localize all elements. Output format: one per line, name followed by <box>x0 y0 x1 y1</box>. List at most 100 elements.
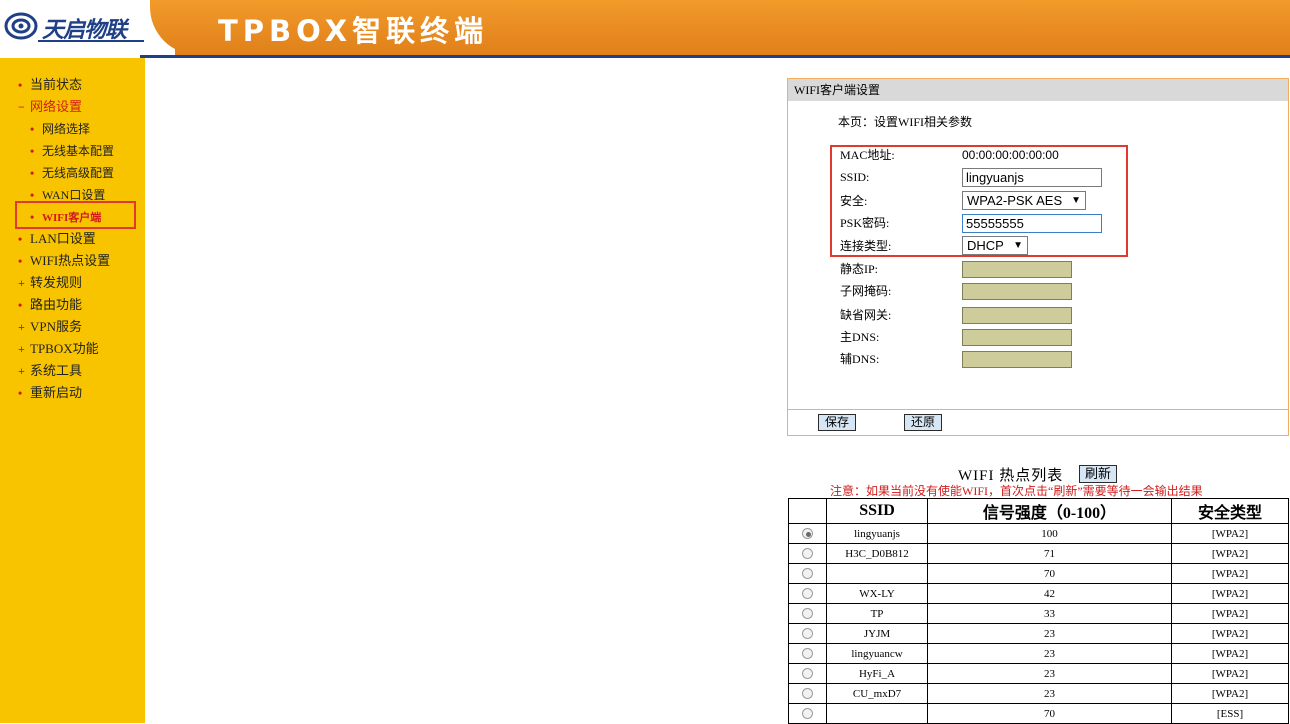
psk-input[interactable]: 55555555 <box>962 214 1102 233</box>
select-radio[interactable] <box>802 548 813 560</box>
security-cell: [WPA2] <box>1171 583 1289 604</box>
connection-type-select[interactable]: DHCP ▼ <box>962 236 1028 255</box>
subnet-mask-input <box>962 283 1072 300</box>
security-cell: [WPA2] <box>1171 683 1289 704</box>
sidebar-item-wifi-hotspot[interactable]: • WIFI热点设置 <box>18 252 110 270</box>
sidebar-item-network-select[interactable]: • 网络选择 <box>30 120 90 138</box>
sidebar-item-status[interactable]: • 当前状态 <box>18 76 82 94</box>
ssid-cell <box>826 563 928 584</box>
table-row[interactable]: 70 [WPA2] <box>788 563 1289 584</box>
security-select[interactable]: WPA2-PSK AES ▼ <box>962 191 1086 210</box>
radio-cell <box>788 603 827 624</box>
table-row[interactable]: H3C_D0B812 71 [WPA2] <box>788 543 1289 564</box>
select-radio[interactable] <box>802 588 813 600</box>
panel-description: 本页：设置WIFI相关参数 <box>838 115 972 129</box>
table-row[interactable]: TP 33 [WPA2] <box>788 603 1289 624</box>
select-radio[interactable] <box>802 528 813 540</box>
table-header-row: SSID 信号强度（0-100） 安全类型 <box>788 498 1289 524</box>
ssid-cell: H3C_D0B812 <box>826 543 928 564</box>
signal-cell: 33 <box>927 603 1172 624</box>
bullet-icon: • <box>30 166 35 180</box>
table-row[interactable]: JYJM 23 [WPA2] <box>788 623 1289 644</box>
brand-logo: 天启物联 <box>0 0 150 55</box>
save-button[interactable]: 保存 <box>818 414 856 431</box>
restore-button[interactable]: 还原 <box>904 414 942 431</box>
ssid-cell: TP <box>826 603 928 624</box>
column-header-select <box>788 498 827 524</box>
signal-cell: 100 <box>927 523 1172 544</box>
select-radio[interactable] <box>802 628 813 640</box>
select-radio[interactable] <box>802 568 813 580</box>
dropdown-arrow-icon: ▼ <box>1071 195 1081 206</box>
bullet-icon: • <box>18 386 23 400</box>
security-cell: [ESS] <box>1171 703 1289 724</box>
static-ip-label: 静态IP: <box>840 262 879 276</box>
signal-cell: 23 <box>927 623 1172 644</box>
radio-cell <box>788 703 827 724</box>
security-cell: [WPA2] <box>1171 623 1289 644</box>
sidebar-item-tpbox[interactable]: + TPBOX功能 <box>18 340 99 358</box>
select-radio[interactable] <box>802 708 813 720</box>
signal-cell: 42 <box>927 583 1172 604</box>
mac-value: 00:00:00:00:00:00 <box>962 148 1059 162</box>
ssid-input[interactable]: lingyuanjs <box>962 168 1102 187</box>
column-header-security: 安全类型 <box>1171 498 1289 524</box>
hotspot-list-note: 注意：如果当前没有使能WIFI，首次点击“刷新”需要等待一会输出结果 <box>830 484 1203 498</box>
secondary-dns-label: 辅DNS: <box>840 352 880 366</box>
mac-label: MAC地址: <box>840 148 895 162</box>
sidebar: • 当前状态 − 网络设置 • 网络选择 • 无线基本配置 • 无线高级配置 • WAN口设… <box>0 58 145 723</box>
select-radio[interactable] <box>802 648 813 660</box>
primary-dns-input <box>962 329 1072 346</box>
sidebar-item-wireless-basic[interactable]: • 无线基本配置 <box>30 142 114 160</box>
expand-icon: + <box>18 276 25 290</box>
security-cell: [WPA2] <box>1171 603 1289 624</box>
column-header-signal: 信号强度（0-100） <box>927 498 1172 524</box>
sidebar-item-forwarding[interactable]: + 转发规则 <box>18 274 82 292</box>
bullet-icon: • <box>18 78 23 92</box>
bullet-icon: • <box>18 232 23 246</box>
bullet-icon: • <box>30 122 35 136</box>
sidebar-item-lan[interactable]: • LAN口设置 <box>18 230 96 248</box>
sidebar-item-vpn[interactable]: + VPN服务 <box>18 318 82 336</box>
radio-cell <box>788 663 827 684</box>
table-row[interactable]: WX-LY 42 [WPA2] <box>788 583 1289 604</box>
sidebar-item-reboot[interactable]: • 重新启动 <box>18 384 82 402</box>
gateway-label: 缺省网关: <box>840 308 892 322</box>
sidebar-item-routing[interactable]: • 路由功能 <box>18 296 82 314</box>
connection-type-value: DHCP <box>967 238 1004 253</box>
select-radio[interactable] <box>802 608 813 620</box>
expand-icon: + <box>18 320 25 334</box>
ssid-cell: lingyuanjs <box>826 523 928 544</box>
sidebar-item-network-settings[interactable]: − 网络设置 <box>18 98 82 116</box>
table-row[interactable]: lingyuanjs 100 [WPA2] <box>788 523 1289 544</box>
radio-cell <box>788 623 827 644</box>
table-row[interactable]: CU_mxD7 23 [WPA2] <box>788 683 1289 704</box>
logo-swirl-icon <box>4 12 38 40</box>
select-radio[interactable] <box>802 688 813 700</box>
psk-label: PSK密码: <box>840 216 890 230</box>
static-ip-input <box>962 261 1072 278</box>
subnet-mask-label: 子网掩码: <box>840 284 892 298</box>
select-radio[interactable] <box>802 668 813 680</box>
radio-cell <box>788 643 827 664</box>
ssid-cell: CU_mxD7 <box>826 683 928 704</box>
signal-cell: 71 <box>927 543 1172 564</box>
ssid-cell: WX-LY <box>826 583 928 604</box>
radio-cell <box>788 583 827 604</box>
security-cell: [WPA2] <box>1171 563 1289 584</box>
ssid-cell: lingyuancw <box>826 643 928 664</box>
table-row[interactable]: lingyuancw 23 [WPA2] <box>788 643 1289 664</box>
product-title: TPBOX智联终端 <box>218 14 489 48</box>
refresh-button[interactable]: 刷新 <box>1079 465 1117 483</box>
gateway-input <box>962 307 1072 324</box>
security-label: 安全: <box>840 194 868 208</box>
ssid-cell: JYJM <box>826 623 928 644</box>
table-row[interactable]: HyFi_A 23 [WPA2] <box>788 663 1289 684</box>
panel-title: WIFI客户端设置 <box>788 79 1288 101</box>
sidebar-item-system-tools[interactable]: + 系统工具 <box>18 362 82 380</box>
ssid-cell <box>826 703 928 724</box>
header-rule <box>140 55 1290 58</box>
table-row[interactable]: 70 [ESS] <box>788 703 1289 724</box>
radio-cell <box>788 543 827 564</box>
sidebar-item-wireless-advanced[interactable]: • 无线高级配置 <box>30 164 114 182</box>
